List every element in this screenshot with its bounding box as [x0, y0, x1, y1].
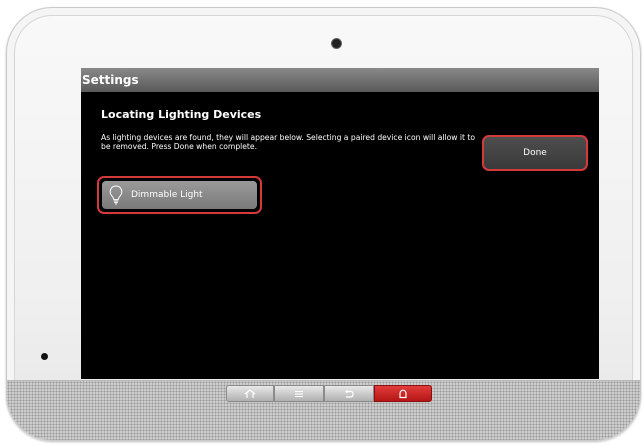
camera-icon — [332, 39, 341, 48]
menu-button[interactable] — [274, 385, 324, 402]
home-button[interactable] — [226, 385, 274, 402]
back-button[interactable] — [324, 385, 374, 402]
done-button-label: Done — [523, 148, 547, 158]
tablet-device: Settings Locating Lighting Devices As li… — [6, 7, 641, 441]
home-icon — [244, 388, 256, 398]
hardware-nav-bar — [226, 385, 432, 402]
alarm-button[interactable] — [374, 385, 432, 402]
instructions-text: As lighting devices are found, they will… — [101, 133, 476, 151]
status-led — [41, 353, 48, 360]
device-item-dimmable-light[interactable]: Dimmable Light — [97, 176, 262, 214]
lightbulb-icon — [109, 185, 123, 205]
section-heading: Locating Lighting Devices — [101, 108, 262, 121]
done-button[interactable]: Done — [482, 135, 588, 171]
page-title: Settings — [81, 68, 599, 92]
alarm-icon — [399, 389, 407, 398]
back-icon — [345, 389, 354, 398]
menu-icon — [295, 390, 303, 397]
device-item-body[interactable]: Dimmable Light — [102, 181, 257, 209]
touch-screen: Settings Locating Lighting Devices As li… — [81, 68, 599, 379]
device-item-label: Dimmable Light — [131, 190, 203, 200]
